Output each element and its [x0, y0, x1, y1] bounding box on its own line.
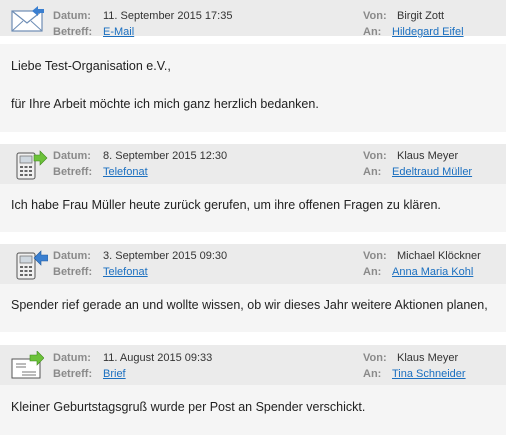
entry-text-line: Spender rief gerade an und wollte wissen…: [11, 298, 488, 312]
entry-header: Datum: 11. August 2015 09:33 Von: Klaus …: [0, 345, 506, 385]
betreff-link[interactable]: Brief: [103, 368, 126, 380]
betreff-link[interactable]: E-Mail: [103, 26, 134, 38]
datum-value: 11. September 2015 17:35: [103, 10, 233, 22]
activity-entry: Datum: 3. September 2015 09:30 Von: Mich…: [0, 244, 506, 284]
betreff-link[interactable]: Telefonat: [103, 166, 148, 178]
an-link[interactable]: Hildegard Eifel: [392, 26, 464, 38]
envelope-incoming-icon: [11, 6, 44, 32]
betreff-label: Betreff:: [53, 266, 93, 278]
entry-text-line: Liebe Test-Organisation e.V.,: [11, 59, 171, 73]
entry-body: Kleiner Geburtstagsgruß wurde per Post a…: [0, 385, 506, 435]
entry-text-line: Ich habe Frau Müller heute zurück gerufe…: [11, 198, 441, 212]
activity-entry: Datum: 8. September 2015 12:30 Von: Klau…: [0, 144, 506, 184]
phone-incoming-icon: [16, 250, 48, 280]
an-link[interactable]: Edeltraud Müller: [392, 166, 472, 178]
phone-outgoing-icon: [16, 150, 48, 180]
entry-header: Datum: 8. September 2015 12:30 Von: Klau…: [0, 144, 506, 184]
von-value: Birgit Zott: [397, 10, 445, 22]
datum-value: 11. August 2015 09:33: [103, 352, 213, 364]
an-link[interactable]: Anna Maria Kohl: [392, 266, 473, 278]
datum-label: Datum:: [53, 352, 91, 364]
an-label: An:: [363, 266, 382, 278]
von-label: Von:: [363, 150, 387, 162]
letter-outgoing-icon: [11, 351, 44, 379]
von-label: Von:: [363, 352, 387, 364]
datum-label: Datum:: [53, 150, 91, 162]
entry-body: Spender rief gerade an und wollte wissen…: [0, 284, 506, 332]
activity-entry: Datum: 11. August 2015 09:33 Von: Klaus …: [0, 345, 506, 385]
von-label: Von:: [363, 10, 387, 22]
entry-header: Datum: 11. September 2015 17:35 Von: Bir…: [0, 0, 506, 38]
von-label: Von:: [363, 250, 387, 262]
betreff-label: Betreff:: [53, 166, 93, 178]
datum-label: Datum:: [53, 250, 91, 262]
entry-header: Datum: 3. September 2015 09:30 Von: Mich…: [0, 244, 506, 284]
von-value: Klaus Meyer: [397, 352, 459, 364]
entry-body: Ich habe Frau Müller heute zurück gerufe…: [0, 184, 506, 232]
betreff-link[interactable]: Telefonat: [103, 266, 148, 278]
entry-body: Liebe Test-Organisation e.V., für Ihre A…: [0, 44, 506, 132]
betreff-label: Betreff:: [53, 368, 93, 380]
entry-text-line: für Ihre Arbeit möchte ich mich ganz her…: [11, 97, 319, 111]
datum-value: 3. September 2015 09:30: [103, 250, 228, 262]
von-value: Michael Klöckner: [397, 250, 481, 262]
an-label: An:: [363, 368, 382, 380]
an-label: An:: [363, 26, 382, 38]
betreff-label: Betreff:: [53, 26, 93, 38]
entry-text-line: Kleiner Geburtstagsgruß wurde per Post a…: [11, 400, 366, 414]
an-link[interactable]: Tina Schneider: [392, 368, 466, 380]
datum-value: 8. September 2015 12:30: [103, 150, 228, 162]
activity-entry: Datum: 11. September 2015 17:35 Von: Bir…: [0, 0, 506, 38]
von-value: Klaus Meyer: [397, 150, 459, 162]
an-label: An:: [363, 166, 382, 178]
datum-label: Datum:: [53, 10, 91, 22]
